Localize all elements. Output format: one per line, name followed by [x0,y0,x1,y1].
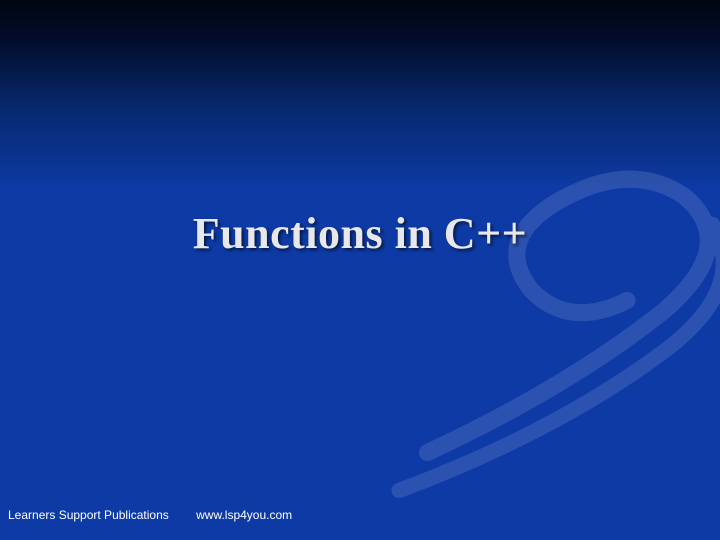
slide-footer: Learners Support Publications www.lsp4yo… [8,508,292,522]
slide-title: Functions in C++ [0,208,720,259]
presentation-slide: Functions in C++ Learners Support Public… [0,0,720,540]
decorative-swirl [380,120,720,500]
footer-publisher: Learners Support Publications [8,508,169,522]
footer-url: www.lsp4you.com [196,508,292,522]
